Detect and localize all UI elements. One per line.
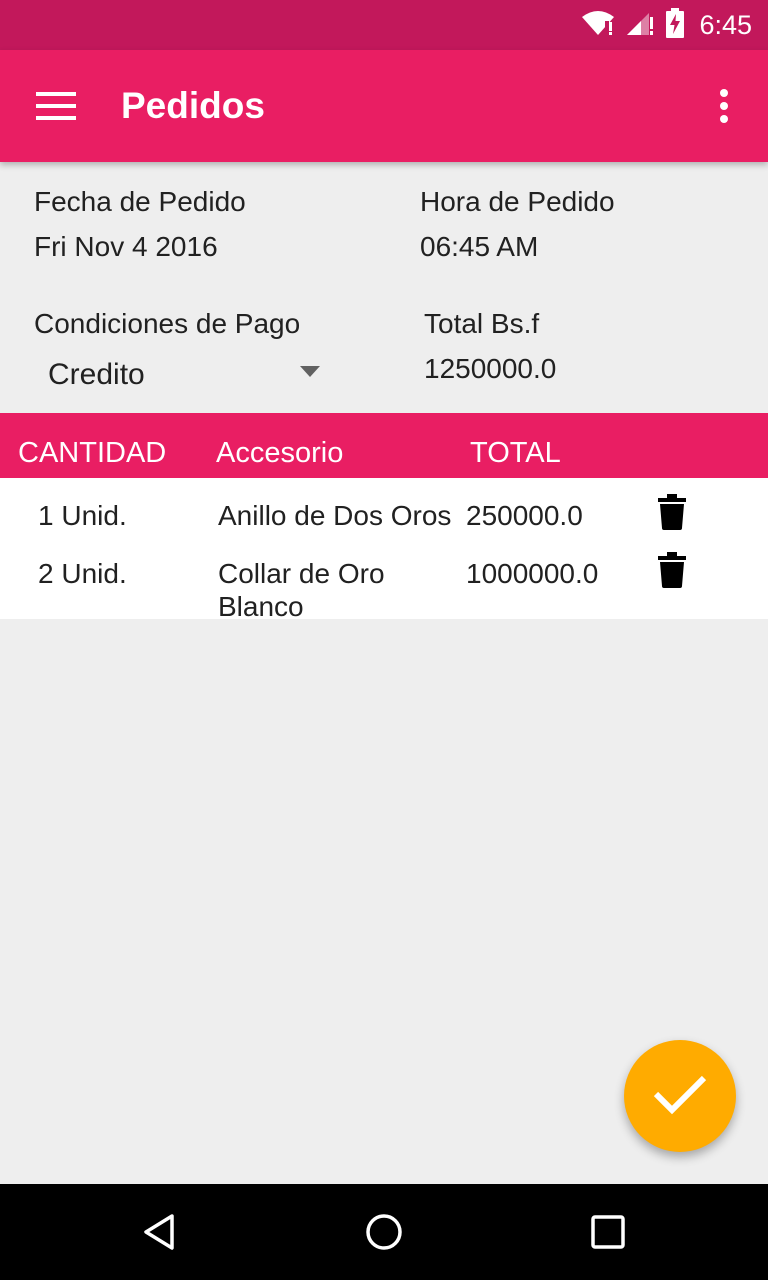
signal-icon — [625, 9, 655, 42]
dropdown-arrow-icon — [300, 366, 320, 377]
more-vert-icon[interactable] — [700, 80, 748, 132]
home-circle-icon[interactable] — [356, 1204, 412, 1260]
row-quantity: 1 Unid. — [38, 500, 127, 531]
trash-icon[interactable] — [656, 552, 688, 588]
order-time-label: Hora de Pedido — [420, 186, 615, 217]
row-total: 1000000.0 — [466, 558, 599, 589]
payment-terms-spinner[interactable]: Credito — [34, 346, 334, 402]
payment-terms-label: Condiciones de Pago — [34, 308, 301, 339]
system-nav-bar — [0, 1184, 768, 1280]
order-date-label: Fecha de Pedido — [34, 186, 246, 217]
page-title: Pedidos — [121, 85, 265, 126]
column-header-quantity: CANTIDAD — [18, 437, 167, 469]
payment-terms-value: Credito — [48, 358, 145, 391]
total-value: 1250000.0 — [424, 353, 557, 384]
trash-icon[interactable] — [656, 494, 688, 530]
back-triangle-icon[interactable] — [132, 1204, 188, 1260]
order-date-value: Fri Nov 4 2016 — [34, 231, 218, 262]
check-icon — [652, 1072, 708, 1121]
table-header: CANTIDAD Accesorio TOTAL — [0, 413, 768, 478]
order-items-list: 1 Unid. Anillo de Dos Oros 250000.0 2 Un… — [0, 478, 768, 622]
row-total: 250000.0 — [466, 500, 583, 531]
column-header-total: TOTAL — [470, 437, 561, 469]
status-bar: 6:45 — [0, 0, 768, 50]
status-time: 6:45 — [699, 9, 752, 40]
status-icons: 6:45 — [581, 0, 752, 50]
order-time-value: 06:45 AM — [420, 231, 539, 262]
confirm-order-button[interactable] — [624, 1040, 736, 1152]
column-header-accessory: Accesorio — [216, 437, 344, 469]
battery-charging-icon — [665, 7, 685, 43]
row-quantity: 2 Unid. — [38, 558, 127, 589]
wifi-icon — [581, 9, 615, 42]
row-item: Collar de Oro Blanco — [218, 558, 385, 622]
menu-icon[interactable] — [26, 80, 86, 132]
total-label: Total Bs.f — [424, 308, 540, 339]
app-bar: Pedidos — [0, 50, 768, 162]
row-item: Anillo de Dos Oros — [218, 500, 452, 531]
recents-square-icon[interactable] — [580, 1204, 636, 1260]
